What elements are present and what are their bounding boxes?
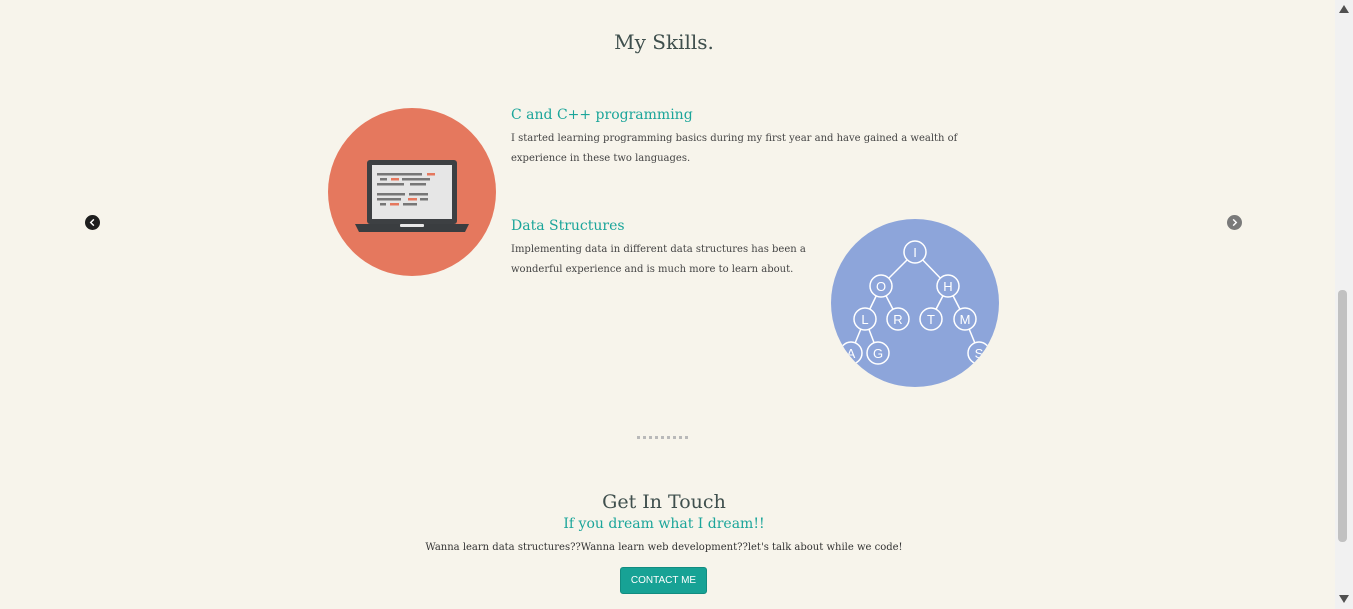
tree-node-label: S <box>975 346 984 361</box>
contact-me-button[interactable]: CONTACT ME <box>620 567 707 594</box>
binary-tree-icon: I O H L R T M A G S <box>839 240 991 365</box>
tree-node-label: L <box>861 312 868 327</box>
vertical-scrollbar[interactable] <box>1335 0 1353 609</box>
contact-heading: Get In Touch <box>602 491 726 513</box>
skill-image-laptop <box>328 108 496 276</box>
contact-text: Wanna learn data structures??Wanna learn… <box>425 542 903 553</box>
carousel-dot[interactable] <box>679 436 682 439</box>
carousel-dot[interactable] <box>661 436 664 439</box>
tree-node-label: A <box>847 346 856 361</box>
tree-node-label: I <box>913 245 917 260</box>
chevron-right-icon <box>1232 218 1238 227</box>
scrollbar-thumb[interactable] <box>1338 290 1347 542</box>
tree-node-label: R <box>893 312 902 327</box>
carousel-dot[interactable] <box>655 436 658 439</box>
carousel-dot[interactable] <box>643 436 646 439</box>
carousel-dot[interactable] <box>667 436 670 439</box>
carousel-next-button[interactable] <box>1227 215 1242 230</box>
carousel-indicators <box>637 436 688 439</box>
skill-title-data-structures: Data Structures <box>511 218 625 234</box>
tree-node-label: M <box>960 312 971 327</box>
contact-subheading: If you dream what I dream!! <box>563 516 765 532</box>
skills-heading: My Skills. <box>614 30 714 54</box>
carousel-prev-button[interactable] <box>85 215 100 230</box>
carousel-dot[interactable] <box>637 436 640 439</box>
scroll-up-arrow-icon[interactable] <box>1339 5 1349 13</box>
tree-node-label: H <box>943 279 952 294</box>
page: My Skills. C and C++ programming I start… <box>0 0 1335 609</box>
carousel-dot[interactable] <box>685 436 688 439</box>
skill-image-tree: I O H L R T M A G S <box>831 219 999 387</box>
tree-node-label: O <box>876 279 886 294</box>
tree-node-label: T <box>927 312 935 327</box>
scroll-down-arrow-icon[interactable] <box>1339 595 1349 603</box>
carousel-dot[interactable] <box>649 436 652 439</box>
skill-description-data-structures: Implementing data in different data stru… <box>511 244 806 275</box>
laptop-icon <box>355 160 469 232</box>
tree-node-label: G <box>873 346 883 361</box>
skill-title-c-cpp: C and C++ programming <box>511 107 693 123</box>
carousel-dot[interactable] <box>673 436 676 439</box>
skill-description-c-cpp: I started learning programming basics du… <box>511 133 958 164</box>
chevron-left-icon <box>89 218 95 227</box>
